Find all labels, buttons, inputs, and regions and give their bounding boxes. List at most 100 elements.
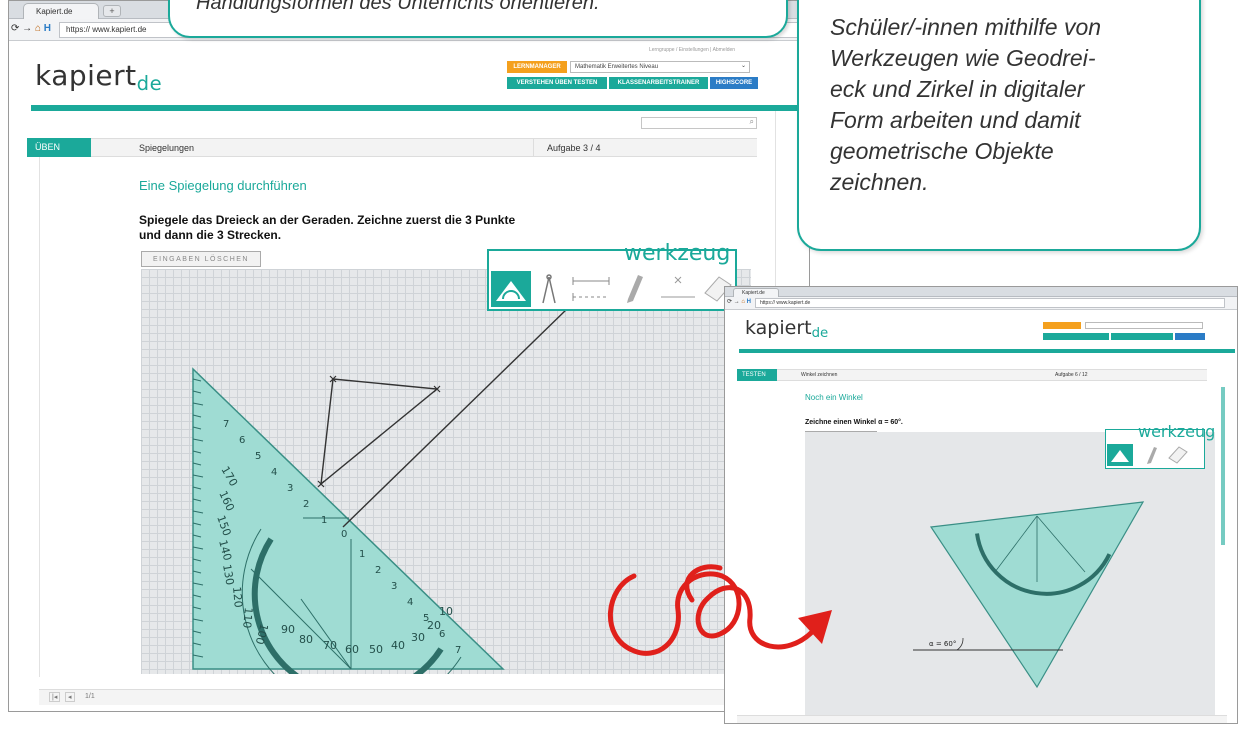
scale-label: 5 xyxy=(423,613,429,624)
mode-bar xyxy=(27,138,757,157)
angle-label: α = 60° xyxy=(929,640,956,648)
divider xyxy=(39,157,40,677)
search-icon[interactable]: ⌕ xyxy=(750,117,754,127)
clear-input-button[interactable]: EINGABEN LÖSCHEN xyxy=(141,251,261,267)
kapiert-logo[interactable]: kapiertde xyxy=(745,317,828,341)
footer-bar: |◂ ◂ 1/1 xyxy=(39,689,775,705)
page-indicator: 1/1 xyxy=(85,693,95,700)
bubble-line: eck und Zirkel in digitaler xyxy=(830,76,1085,102)
scale-label: 3 xyxy=(287,483,293,494)
scale-label: 7 xyxy=(455,645,461,656)
angle-label: 120 xyxy=(230,586,245,608)
tab-bar xyxy=(725,287,1237,297)
task-title: Noch ein Winkel xyxy=(805,393,863,402)
scale-label: 2 xyxy=(375,565,381,576)
nav-buttons[interactable]: ⟳ → ⌂ H xyxy=(11,23,51,34)
angle-label: 80 xyxy=(299,633,313,646)
geodreieck-triangle[interactable] xyxy=(192,367,505,670)
bubble-line: Schüler/-innen mithilfe von xyxy=(830,14,1102,40)
scale-label: 1 xyxy=(321,515,327,526)
forward-icon[interactable]: → xyxy=(22,23,32,34)
angle-label: 90 xyxy=(281,623,295,636)
topic-label: Spiegelungen xyxy=(139,143,195,153)
task-counter: Aufgabe 3 / 4 xyxy=(547,143,601,153)
scrollbar[interactable] xyxy=(1221,387,1225,545)
level-select[interactable]: Mathematik Erweitertes Niveau ⌄ xyxy=(570,61,750,73)
scale-label: 2 xyxy=(303,499,309,510)
angle-label: 60 xyxy=(345,643,359,656)
strecke-icon[interactable] xyxy=(572,277,610,301)
toolbox-title: werkzeug xyxy=(1138,422,1216,441)
scale-label: 7 xyxy=(223,419,229,430)
search-input[interactable]: ⌕ xyxy=(641,117,757,129)
header-accent-bar xyxy=(739,349,1235,353)
speech-bubble-left-text: Handlungsformen des Unterrichts orientie… xyxy=(196,0,600,14)
point-markers xyxy=(317,375,441,488)
nav-klassenarbeitstrainer[interactable] xyxy=(1111,333,1173,340)
speech-bubble-right-text: Schüler/-innen mithilfe von Werkzeugen w… xyxy=(830,12,1190,198)
angle-label: 10 xyxy=(439,605,453,618)
mode-tab-testen[interactable]: TESTEN xyxy=(737,369,777,381)
task-counter: Aufgabe 6 / 12 xyxy=(1055,372,1088,378)
pager-prev-icon[interactable]: ◂ xyxy=(65,692,75,702)
angle-label: 40 xyxy=(391,639,405,652)
lernmanager-button[interactable]: LERNMANAGER xyxy=(507,61,567,73)
task-text: Spiegele das Dreieck an der Geraden. Zei… xyxy=(139,213,515,243)
zirkel-icon[interactable] xyxy=(542,274,556,304)
topic-label: Winkel zeichnen xyxy=(801,372,838,378)
scale-label: 6 xyxy=(239,435,245,446)
home-icon[interactable]: ⌂ xyxy=(35,23,41,34)
footer-bar xyxy=(737,715,1227,723)
toolbox-tools xyxy=(491,271,732,307)
scale-label: 4 xyxy=(271,467,277,478)
chevron-down-icon: ⌄ xyxy=(740,63,746,69)
bubble-line: Werkzeugen wie Geodrei- xyxy=(830,45,1096,71)
angle-label: 110 xyxy=(240,607,255,629)
angle-label: 70 xyxy=(323,639,337,652)
task-text: Zeichne einen Winkel α = 60°. xyxy=(805,419,903,426)
browser-tab[interactable]: Kapiert.de xyxy=(733,288,779,297)
browser-tab[interactable]: Kapiert.de xyxy=(23,3,99,19)
nav-verstehen-ueben-testen[interactable]: VERSTEHEN ÜBEN TESTEN xyxy=(507,77,607,89)
task-text-line: Spiegele das Dreieck an der Geraden. Zei… xyxy=(139,213,516,227)
header-accent-bar xyxy=(31,105,809,111)
mirror-line xyxy=(342,306,570,528)
reload-icon[interactable]: ⟳ xyxy=(11,23,19,34)
swirl-arrow-icon xyxy=(607,564,832,656)
scale-label: 6 xyxy=(439,629,445,640)
lernmanager-button[interactable] xyxy=(1043,322,1081,329)
task-title: Eine Spiegelung durchführen xyxy=(139,178,307,193)
new-tab-button[interactable]: + xyxy=(103,5,121,17)
task-text-line: und dann die 3 Strecken. xyxy=(139,228,282,242)
kapiert-logo[interactable]: kapiertde xyxy=(35,59,162,95)
triangle-figure xyxy=(320,378,439,486)
nav-buttons[interactable]: ⟳ → ⌂ H xyxy=(727,298,751,305)
divider xyxy=(533,138,534,157)
toolbox-tools xyxy=(1107,444,1188,466)
angle-label: 50 xyxy=(369,643,383,656)
bubble-line: Form arbeiten und damit xyxy=(830,107,1081,133)
mode-tab-ueben[interactable]: ÜBEN xyxy=(27,138,91,157)
nav-klassenarbeitstrainer[interactable]: KLASSENARBEITSTRAINER xyxy=(609,77,708,89)
scale-label: 3 xyxy=(391,581,397,592)
level-select[interactable] xyxy=(1085,322,1203,329)
stift-icon[interactable] xyxy=(627,275,643,303)
radierer-icon[interactable] xyxy=(1168,446,1188,464)
toolbox-title: werkzeug xyxy=(624,241,731,266)
address-bar[interactable]: https:// www.kapiert.de xyxy=(755,298,1225,308)
account-links[interactable]: Lerngruppe / Einstellungen | Abmelden xyxy=(649,47,735,53)
toolbox: werkzeug xyxy=(1105,422,1215,469)
bubble-line: geometrische Objekte xyxy=(830,138,1054,164)
punkt-icon[interactable] xyxy=(661,276,695,298)
drawing-layer: α = 60° xyxy=(913,501,1145,689)
nav-highscore[interactable]: HIGHSCORE xyxy=(710,77,758,89)
nav-verstehen-ueben-testen[interactable] xyxy=(1043,333,1109,340)
angle-label: 30 xyxy=(411,631,425,644)
nav-highscore[interactable] xyxy=(1175,333,1205,340)
site-icon: H xyxy=(43,23,52,34)
bubble-line: zeichnen. xyxy=(830,169,929,195)
angle-arc xyxy=(956,637,964,651)
pager-first-icon[interactable]: |◂ xyxy=(49,692,61,702)
scale-label: 1 xyxy=(359,549,365,560)
stift-icon[interactable] xyxy=(1147,447,1157,464)
